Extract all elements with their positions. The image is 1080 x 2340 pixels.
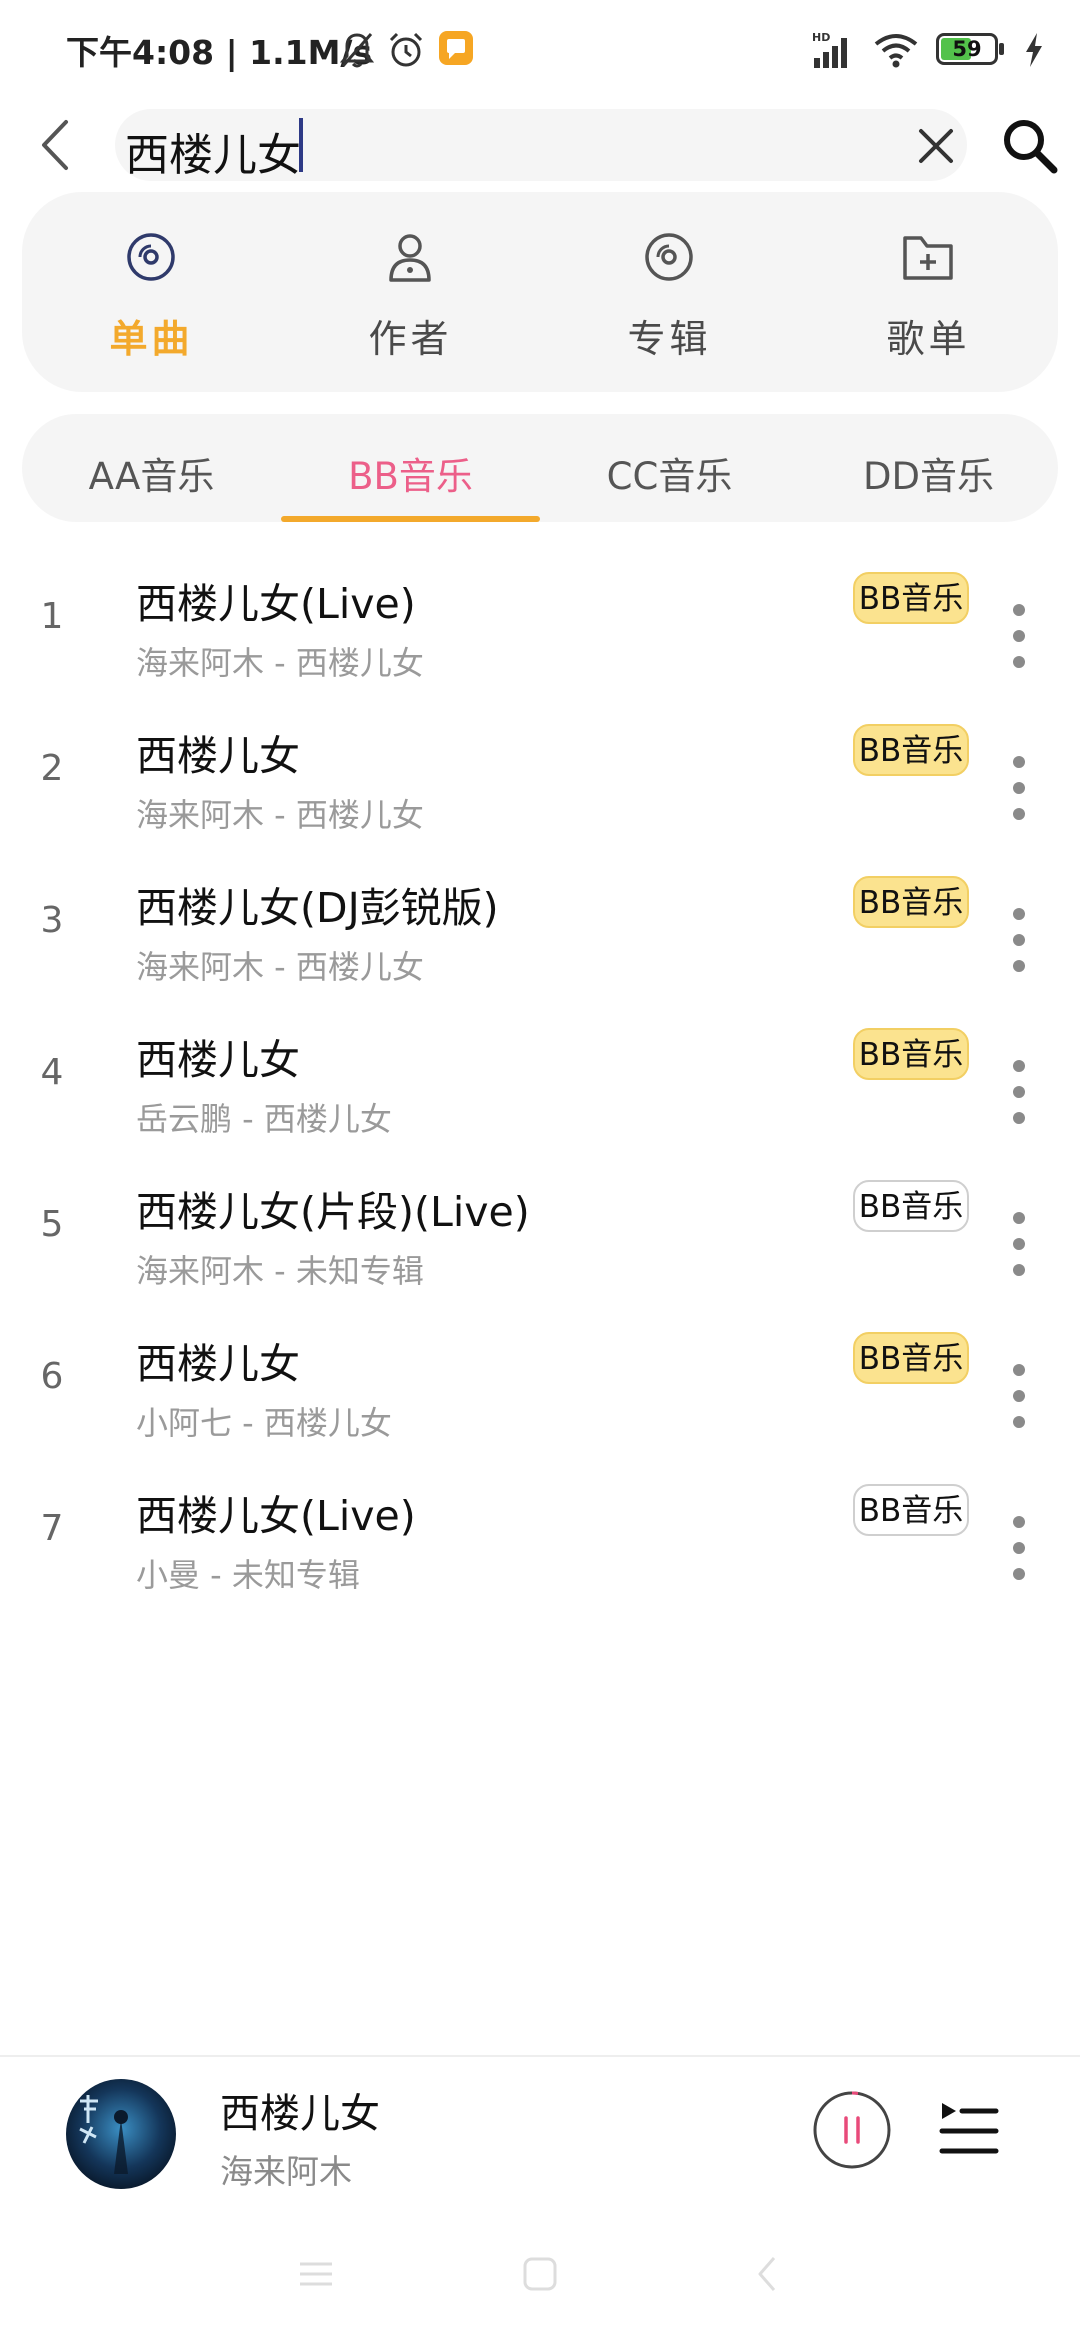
category-playlists[interactable]: 歌单 xyxy=(799,192,1058,392)
tab-bb-music[interactable]: BB音乐 xyxy=(281,414,540,522)
mini-player[interactable]: 西楼儿女 海来阿木 xyxy=(0,2057,1080,2207)
song-title: 西楼儿女(Live) xyxy=(136,1492,416,1540)
song-number: 1 xyxy=(40,596,64,637)
search-icon[interactable] xyxy=(1000,116,1060,176)
folder-add-icon xyxy=(903,236,953,280)
source-badge: BB音乐 xyxy=(853,876,969,928)
more-options-button[interactable] xyxy=(1004,598,1034,688)
album-cover-art xyxy=(66,2079,176,2189)
system-nav-bar xyxy=(0,2230,1080,2340)
source-badge: BB音乐 xyxy=(853,1180,969,1232)
source-badge: BB音乐 xyxy=(853,572,969,624)
tab-cc-music[interactable]: CC音乐 xyxy=(540,414,799,522)
category-songs[interactable]: 单曲 xyxy=(22,192,281,392)
song-title: 西楼儿女 xyxy=(136,1340,300,1388)
song-number: 3 xyxy=(40,900,64,941)
alarm-icon xyxy=(389,32,423,67)
battery-icon: 59 xyxy=(936,33,1006,67)
more-options-button[interactable] xyxy=(1004,1510,1034,1600)
tab-label: DD音乐 xyxy=(863,455,994,498)
source-tabs: AA音乐 BB音乐 CC音乐 DD音乐 xyxy=(22,414,1058,522)
song-subtitle: 海来阿木 - 西楼儿女 xyxy=(136,796,424,834)
song-row[interactable]: 1 西楼儿女(Live) 海来阿木 - 西楼儿女 BB音乐 xyxy=(0,552,1080,704)
status-bar: 下午4:08 | 1.1M/s HD 59 xyxy=(0,0,1080,100)
player-artist: 海来阿木 xyxy=(220,2152,352,2191)
song-row[interactable]: 2 西楼儿女 海来阿木 - 西楼儿女 BB音乐 xyxy=(0,704,1080,856)
song-row[interactable]: 7 西楼儿女(Live) 小曼 - 未知专辑 BB音乐 xyxy=(0,1464,1080,1616)
playlist-icon[interactable] xyxy=(938,2101,1000,2161)
pause-button[interactable] xyxy=(812,2090,892,2170)
song-title: 西楼儿女 xyxy=(136,1036,300,1084)
status-right-icons: HD 59 xyxy=(812,28,1044,72)
clear-icon[interactable] xyxy=(911,121,961,171)
album-icon xyxy=(645,233,693,281)
album-cover[interactable] xyxy=(66,2079,176,2189)
source-badge: BB音乐 xyxy=(853,1028,969,1080)
wifi-icon xyxy=(874,34,918,68)
svg-text:HD: HD xyxy=(812,31,830,44)
menu-nav-icon[interactable] xyxy=(296,2254,336,2294)
song-number: 7 xyxy=(40,1508,64,1549)
charging-icon xyxy=(1026,33,1042,67)
song-number: 4 xyxy=(40,1052,64,1093)
hd-signal-icon: HD xyxy=(812,31,847,68)
song-subtitle: 小曼 - 未知专辑 xyxy=(136,1556,360,1594)
song-title: 西楼儿女(Live) xyxy=(136,580,416,628)
disc-icon xyxy=(127,233,175,281)
tab-aa-music[interactable]: AA音乐 xyxy=(22,414,281,522)
song-subtitle: 海来阿木 - 西楼儿女 xyxy=(136,948,424,986)
mute-icon xyxy=(339,33,375,68)
song-subtitle: 小阿七 - 西楼儿女 xyxy=(136,1404,392,1442)
source-badge: BB音乐 xyxy=(853,1332,969,1384)
song-subtitle: 岳云鹏 - 西楼儿女 xyxy=(136,1100,392,1138)
more-options-button[interactable] xyxy=(1004,902,1034,992)
back-button[interactable] xyxy=(34,110,78,180)
song-number: 2 xyxy=(40,748,64,789)
song-row[interactable]: 3 西楼儿女(DJ彭锐版) 海来阿木 - 西楼儿女 BB音乐 xyxy=(0,856,1080,1008)
more-options-button[interactable] xyxy=(1004,750,1034,840)
tab-dd-music[interactable]: DD音乐 xyxy=(799,414,1058,522)
song-subtitle: 海来阿木 - 未知专辑 xyxy=(136,1252,424,1290)
category-albums[interactable]: 专辑 xyxy=(540,192,799,392)
source-badge: BB音乐 xyxy=(853,1484,969,1536)
song-number: 6 xyxy=(40,1356,64,1397)
song-subtitle: 海来阿木 - 西楼儿女 xyxy=(136,644,424,682)
song-row[interactable]: 4 西楼儿女 岳云鹏 - 西楼儿女 BB音乐 xyxy=(0,1008,1080,1160)
song-row[interactable]: 6 西楼儿女 小阿七 - 西楼儿女 BB音乐 xyxy=(0,1312,1080,1464)
tab-label: AA音乐 xyxy=(88,455,215,498)
song-title: 西楼儿女(片段)(Live) xyxy=(136,1188,530,1236)
more-options-button[interactable] xyxy=(1004,1054,1034,1144)
song-title: 西楼儿女(DJ彭锐版) xyxy=(136,884,499,932)
category-label-albums: 专辑 xyxy=(627,317,712,361)
song-number: 5 xyxy=(40,1204,64,1245)
search-query-text: 西楼儿女 xyxy=(125,130,301,181)
more-options-button[interactable] xyxy=(1004,1206,1034,1296)
person-icon xyxy=(389,234,431,282)
status-time: 下午4:08 | 1.1M/s xyxy=(66,33,373,72)
player-song-title: 西楼儿女 xyxy=(220,2091,380,2137)
category-label-artists: 作者 xyxy=(368,317,453,361)
search-input[interactable]: 西楼儿女 xyxy=(115,109,967,181)
notification-app-icon xyxy=(439,31,473,65)
more-options-button[interactable] xyxy=(1004,1358,1034,1448)
battery-level: 59 xyxy=(952,37,982,61)
category-label-playlists: 歌单 xyxy=(886,317,971,361)
song-title: 西楼儿女 xyxy=(136,732,300,780)
home-nav-icon[interactable] xyxy=(520,2254,560,2294)
back-nav-icon[interactable] xyxy=(752,2254,782,2294)
category-artists[interactable]: 作者 xyxy=(281,192,540,392)
source-badge: BB音乐 xyxy=(853,724,969,776)
tab-label: BB音乐 xyxy=(348,455,473,498)
category-label-songs: 单曲 xyxy=(109,317,194,361)
text-cursor xyxy=(299,118,303,172)
tab-label: CC音乐 xyxy=(606,455,733,498)
active-tab-indicator xyxy=(281,516,540,522)
category-panel: 单曲 作者 专辑 歌单 xyxy=(22,192,1058,392)
song-row[interactable]: 5 西楼儿女(片段)(Live) 海来阿木 - 未知专辑 BB音乐 xyxy=(0,1160,1080,1312)
